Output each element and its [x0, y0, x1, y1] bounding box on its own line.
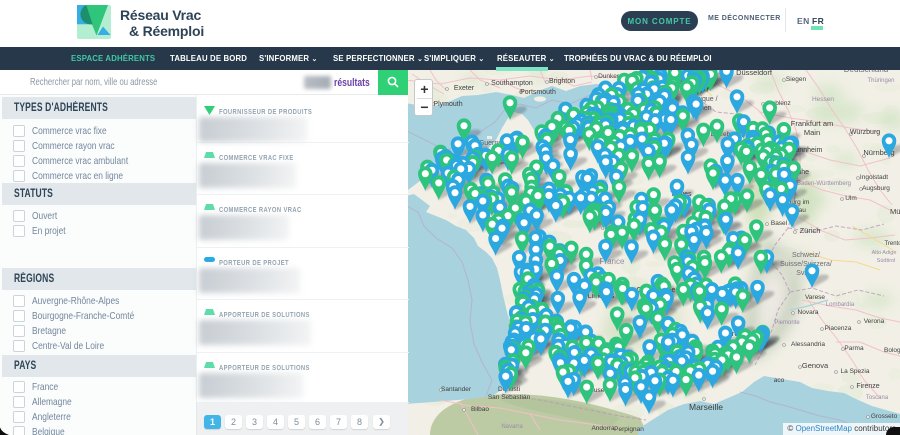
svg-text:Siegen: Siegen [786, 76, 807, 83]
svg-text:Toscana: Toscana [866, 395, 889, 401]
svg-text:Piemonte: Piemonte [774, 320, 800, 326]
svg-text:Varese: Varese [805, 294, 825, 301]
svg-text:Zürich: Zürich [800, 226, 821, 235]
svg-text:aco: aco [774, 377, 785, 384]
svg-text:Frankfurt am: Frankfurt am [791, 119, 834, 128]
svg-text:Südtirol: Südtirol [877, 258, 896, 264]
svg-text:Schweiz/: Schweiz/ [792, 252, 820, 259]
svg-text:Lombardia: Lombardia [826, 302, 855, 308]
svg-text:Exeter: Exeter [454, 85, 475, 92]
svg-text:Augsburg: Augsburg [862, 185, 890, 192]
svg-text:Firenze: Firenze [856, 383, 879, 390]
svg-text:Bilbao: Bilbao [471, 406, 489, 413]
svg-text:Santander: Santander [441, 386, 472, 393]
svg-text:San Sebastián: San Sebastián [488, 394, 531, 401]
svg-text:Alto Adige: Alto Adige [872, 250, 897, 256]
svg-text:Ulm: Ulm [845, 195, 857, 202]
svg-text:Hessen: Hessen [812, 96, 834, 103]
svg-text:Navarra: Navarra [501, 424, 523, 430]
svg-text:Alessandria: Alessandria [791, 341, 825, 348]
svg-text:Main: Main [804, 128, 820, 137]
svg-text:Genova: Genova [802, 361, 829, 370]
svg-text:Verona: Verona [864, 318, 885, 325]
svg-text:Ingolstadt: Ingolstadt [860, 174, 888, 181]
svg-text:Southampton: Southampton [491, 80, 533, 87]
svg-text:Deutschland: Deutschland [844, 70, 888, 74]
svg-text:Würzburg: Würzburg [850, 129, 880, 136]
svg-text:Basel: Basel [771, 220, 788, 227]
svg-text:Trento: Trento [884, 241, 900, 247]
svg-text:Münch: Münch [890, 207, 900, 216]
svg-text:Brighton: Brighton [549, 78, 575, 85]
svg-text:Piacenza: Piacenza [825, 325, 852, 332]
svg-text:Portsmouth: Portsmouth [520, 89, 556, 96]
svg-text:Perpignan: Perpignan [614, 426, 644, 433]
svg-text:Marseille: Marseille [689, 402, 723, 412]
svg-text:La Spezia: La Spezia [841, 368, 870, 375]
svg-text:Baden-Württemberg: Baden-Württemberg [797, 181, 851, 187]
svg-text:Grosseto: Grosseto [871, 413, 898, 420]
svg-text:Novara: Novara [798, 309, 819, 316]
svg-text:Thüringen: Thüringen [867, 78, 894, 84]
svg-text:Parma: Parma [844, 345, 864, 352]
svg-text:Andorra: Andorra [591, 425, 615, 432]
svg-text:Bologn: Bologn [884, 347, 900, 354]
svg-text:Plymouth: Plymouth [433, 101, 462, 108]
